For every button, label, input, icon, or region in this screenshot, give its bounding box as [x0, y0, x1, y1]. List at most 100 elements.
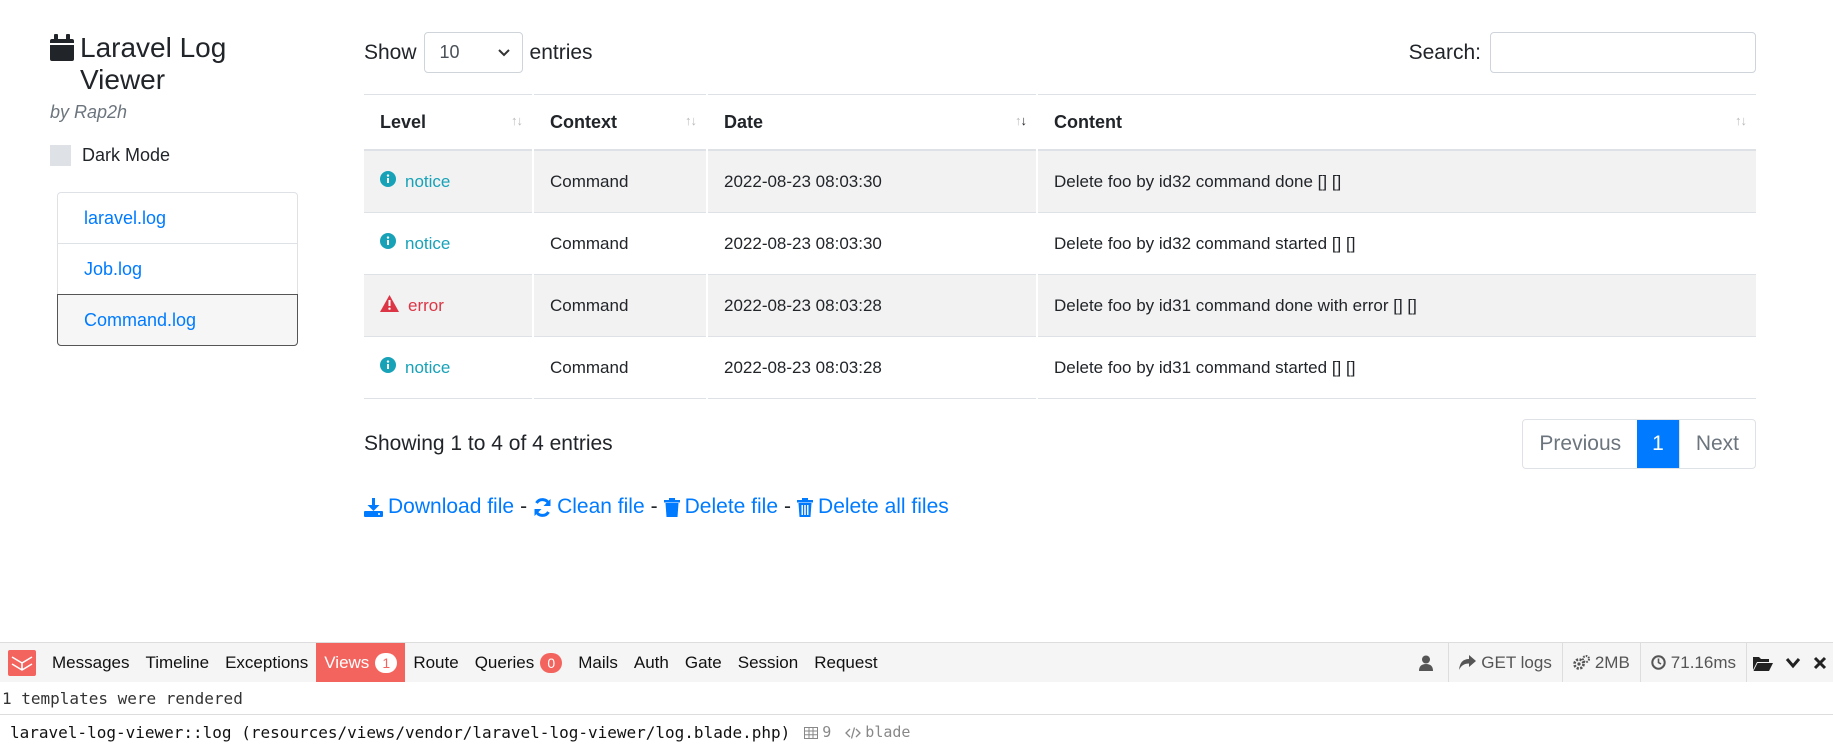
log-table: Level ↑↓ Context ↑↓ Date ↑↓ Content ↑↓ notic… — [362, 94, 1758, 399]
search-control: Search: — [1409, 32, 1756, 73]
debugbar: Messages Timeline Exceptions Views 1 Rou… — [0, 642, 1833, 683]
search-input[interactable] — [1490, 32, 1756, 73]
debugbar-tab-session[interactable]: Session — [730, 643, 806, 683]
table-footer: Showing 1 to 4 of 4 entries Previous 1 N… — [364, 419, 1756, 469]
file-link-job[interactable]: Job.log — [58, 244, 297, 295]
calendar-icon — [50, 34, 74, 96]
level-cell: notice — [364, 151, 532, 213]
debugbar-tab-route[interactable]: Route — [405, 643, 466, 683]
sort-icon: ↑↓ — [685, 113, 697, 128]
table-row: error Command 2022-08-23 08:03:28 Delete… — [364, 275, 1756, 337]
route-indicator[interactable]: GET logs — [1448, 642, 1562, 683]
app-author: by Rap2h — [50, 102, 128, 122]
refresh-icon — [534, 497, 551, 517]
dark-mode-toggle[interactable]: Dark Mode — [50, 145, 300, 166]
cogs-icon — [1573, 654, 1590, 670]
memory-indicator[interactable]: 2MB — [1561, 642, 1640, 683]
warning-triangle-icon — [380, 294, 399, 317]
file-link-laravel[interactable]: laravel.log — [58, 193, 297, 244]
debugbar-tab-mails[interactable]: Mails — [570, 643, 626, 683]
chevron-down-icon — [497, 48, 510, 56]
level-cell: notice — [364, 337, 532, 399]
trash-alt-icon — [797, 497, 814, 517]
debugbar-tab-exceptions[interactable]: Exceptions — [217, 643, 316, 683]
info-circle-icon — [380, 171, 396, 192]
dark-mode-checkbox[interactable] — [50, 145, 71, 166]
views-summary: 1 templates were rendered — [0, 682, 1833, 715]
sidebar: Laravel Log Viewer by Rap2h Dark Mode la… — [50, 32, 300, 346]
view-params: 9 — [804, 715, 831, 750]
clock-icon — [1651, 655, 1666, 670]
info-circle-icon — [380, 357, 396, 378]
delete-file-link[interactable]: Delete file — [663, 495, 778, 519]
entries-label: entries — [529, 40, 593, 64]
file-actions: Download file - Clean file - Delete file… — [364, 495, 1756, 519]
page-size-select[interactable]: 10 — [423, 32, 523, 73]
download-file-link[interactable]: Download file — [364, 495, 514, 519]
debugbar-tab-views[interactable]: Views 1 — [316, 642, 406, 683]
debugbar-tab-auth[interactable]: Auth — [626, 643, 677, 683]
table-row: notice Command 2022-08-23 08:03:28 Delet… — [364, 337, 1756, 399]
content-cell: Delete foo by id31 command done with err… — [1038, 275, 1756, 337]
dark-mode-label: Dark Mode — [82, 145, 171, 165]
context-cell: Command — [534, 275, 706, 337]
column-header-date[interactable]: Date ↑↓ — [708, 94, 1036, 151]
next-page-button[interactable]: Next — [1678, 420, 1755, 468]
show-label: Show — [364, 40, 417, 64]
separator: - — [650, 495, 658, 518]
user-icon[interactable] — [1409, 643, 1448, 683]
page-1-button[interactable]: 1 — [1637, 420, 1679, 468]
date-cell: 2022-08-23 08:03:28 — [708, 275, 1036, 337]
sort-icon: ↑↓ — [1735, 113, 1747, 128]
table-header-row: Level ↑↓ Context ↑↓ Date ↑↓ Content ↑↓ — [364, 94, 1756, 151]
page-size-value: 10 — [439, 42, 460, 62]
view-type: blade — [845, 715, 910, 750]
level-cell: notice — [364, 213, 532, 275]
debugbar-tab-queries[interactable]: Queries 0 — [467, 643, 571, 683]
entries-info: Showing 1 to 4 of 4 entries — [364, 432, 613, 455]
folder-open-icon[interactable] — [1746, 642, 1779, 683]
time-indicator[interactable]: 71.16ms — [1639, 642, 1746, 683]
table-row: notice Command 2022-08-23 08:03:30 Delet… — [364, 213, 1756, 275]
debugbar-tab-messages[interactable]: Messages — [44, 643, 137, 683]
level-cell: error — [364, 275, 532, 337]
view-template-name: laravel-log-viewer::log (resources/views… — [10, 723, 791, 742]
context-cell: Command — [534, 213, 706, 275]
app-title: Laravel Log Viewer — [50, 32, 300, 96]
close-icon[interactable] — [1807, 643, 1833, 683]
debugbar-tab-request[interactable]: Request — [806, 643, 885, 683]
debugbar-logo-icon[interactable] — [0, 643, 44, 683]
column-header-content[interactable]: Content ↑↓ — [1038, 94, 1756, 151]
date-cell: 2022-08-23 08:03:28 — [708, 337, 1036, 399]
file-link-command[interactable]: Command.log — [57, 294, 298, 346]
file-list: laravel.log Job.log Command.log — [57, 192, 298, 346]
delete-all-files-link[interactable]: Delete all files — [797, 495, 949, 519]
trash-icon — [663, 497, 680, 517]
table-row: notice Command 2022-08-23 08:03:30 Delet… — [364, 151, 1756, 213]
previous-page-button[interactable]: Previous — [1523, 420, 1637, 468]
content-cell: Delete foo by id32 command started [] [] — [1038, 213, 1756, 275]
main-content: Show 10 entries Search: Level ↑↓ Context ↑… — [364, 32, 1756, 519]
context-cell: Command — [534, 337, 706, 399]
page-size-control: Show 10 entries — [364, 32, 593, 73]
clean-file-link[interactable]: Clean file — [533, 495, 645, 519]
info-circle-icon — [380, 233, 396, 254]
column-header-context[interactable]: Context ↑↓ — [534, 94, 706, 151]
context-cell: Command — [534, 151, 706, 213]
content-cell: Delete foo by id31 command started [] [] — [1038, 337, 1756, 399]
queries-count-badge: 0 — [540, 652, 563, 673]
views-count-badge: 1 — [375, 652, 398, 673]
search-label: Search: — [1408, 40, 1481, 64]
view-item: laravel-log-viewer::log (resources/views… — [0, 715, 1833, 750]
separator: - — [784, 495, 792, 518]
sort-desc-icon: ↑↓ — [1015, 113, 1027, 128]
pagination: Previous 1 Next — [1522, 419, 1756, 469]
column-header-level[interactable]: Level ↑↓ — [364, 94, 532, 151]
table-icon — [804, 726, 819, 739]
debugbar-indicators: GET logs 2MB 71.16ms — [1409, 642, 1833, 683]
code-icon — [845, 726, 862, 739]
minimize-chevron-icon[interactable] — [1779, 643, 1807, 683]
date-cell: 2022-08-23 08:03:30 — [708, 213, 1036, 275]
debugbar-tab-timeline[interactable]: Timeline — [137, 643, 217, 683]
debugbar-tab-gate[interactable]: Gate — [677, 643, 730, 683]
